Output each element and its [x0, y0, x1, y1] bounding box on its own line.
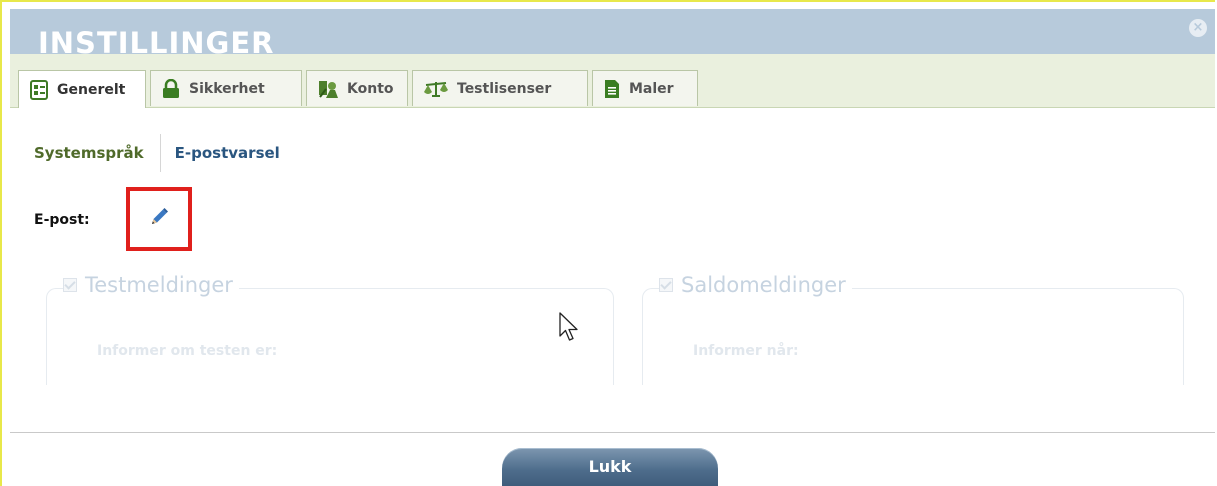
edit-email-button[interactable]	[126, 187, 192, 251]
tab-konto[interactable]: Konto	[306, 70, 408, 106]
close-button[interactable]: Lukk	[502, 448, 718, 486]
settings-subnav: Systemspråk E-postvarsel	[34, 134, 280, 172]
test-messages-section: Testmeldinger Informer om testen er:	[46, 273, 614, 398]
tab-sikkerhet[interactable]: Sikkerhet	[150, 70, 302, 106]
settings-dialog: INSTILLINGER × Generelt Sikkerhet Konto …	[0, 0, 1215, 486]
test-messages-legend: Testmeldinger	[63, 273, 239, 297]
footer-divider	[10, 432, 1215, 433]
balance-messages-title: Saldomeldinger	[681, 273, 846, 297]
dialog-title: INSTILLINGER	[38, 26, 275, 55]
tab-testlisenser[interactable]: Testlisenser	[412, 70, 588, 106]
lock-icon	[161, 78, 181, 99]
balance-messages-checkbox[interactable]	[659, 278, 673, 292]
close-icon[interactable]: ×	[1189, 19, 1207, 37]
tab-label: Konto	[347, 80, 394, 97]
subnav-systemsprak[interactable]: Systemspråk	[34, 144, 160, 162]
balance-messages-section: Saldomeldinger Informer når:	[642, 273, 1184, 398]
subnav-epostvarsel[interactable]: E-postvarsel	[175, 144, 280, 162]
tab-label: Generelt	[57, 81, 126, 98]
tab-generelt[interactable]: Generelt	[18, 70, 146, 108]
tab-label: Testlisenser	[457, 80, 552, 97]
scales-icon	[423, 79, 449, 99]
balance-messages-subtitle: Informer når:	[693, 343, 799, 359]
account-icon	[317, 79, 339, 99]
subnav-divider	[159, 134, 161, 172]
test-messages-subtitle: Informer om testen er:	[97, 343, 278, 359]
content-clip	[2, 385, 1215, 433]
tab-label: Sikkerhet	[189, 80, 265, 97]
settings-form-icon	[29, 79, 49, 100]
document-icon	[603, 79, 621, 99]
tab-maler[interactable]: Maler	[592, 70, 698, 106]
pencil-icon	[147, 205, 171, 233]
balance-messages-legend: Saldomeldinger	[659, 273, 852, 297]
dialog-titlebar: INSTILLINGER ×	[10, 9, 1215, 55]
test-messages-checkbox[interactable]	[63, 278, 77, 292]
email-label: E-post:	[34, 212, 90, 228]
tab-label: Maler	[629, 80, 674, 97]
tab-bar: Generelt Sikkerhet Konto Testlisenser Ma…	[10, 54, 1215, 108]
test-messages-title: Testmeldinger	[85, 273, 233, 297]
mouse-pointer-icon	[559, 312, 581, 348]
